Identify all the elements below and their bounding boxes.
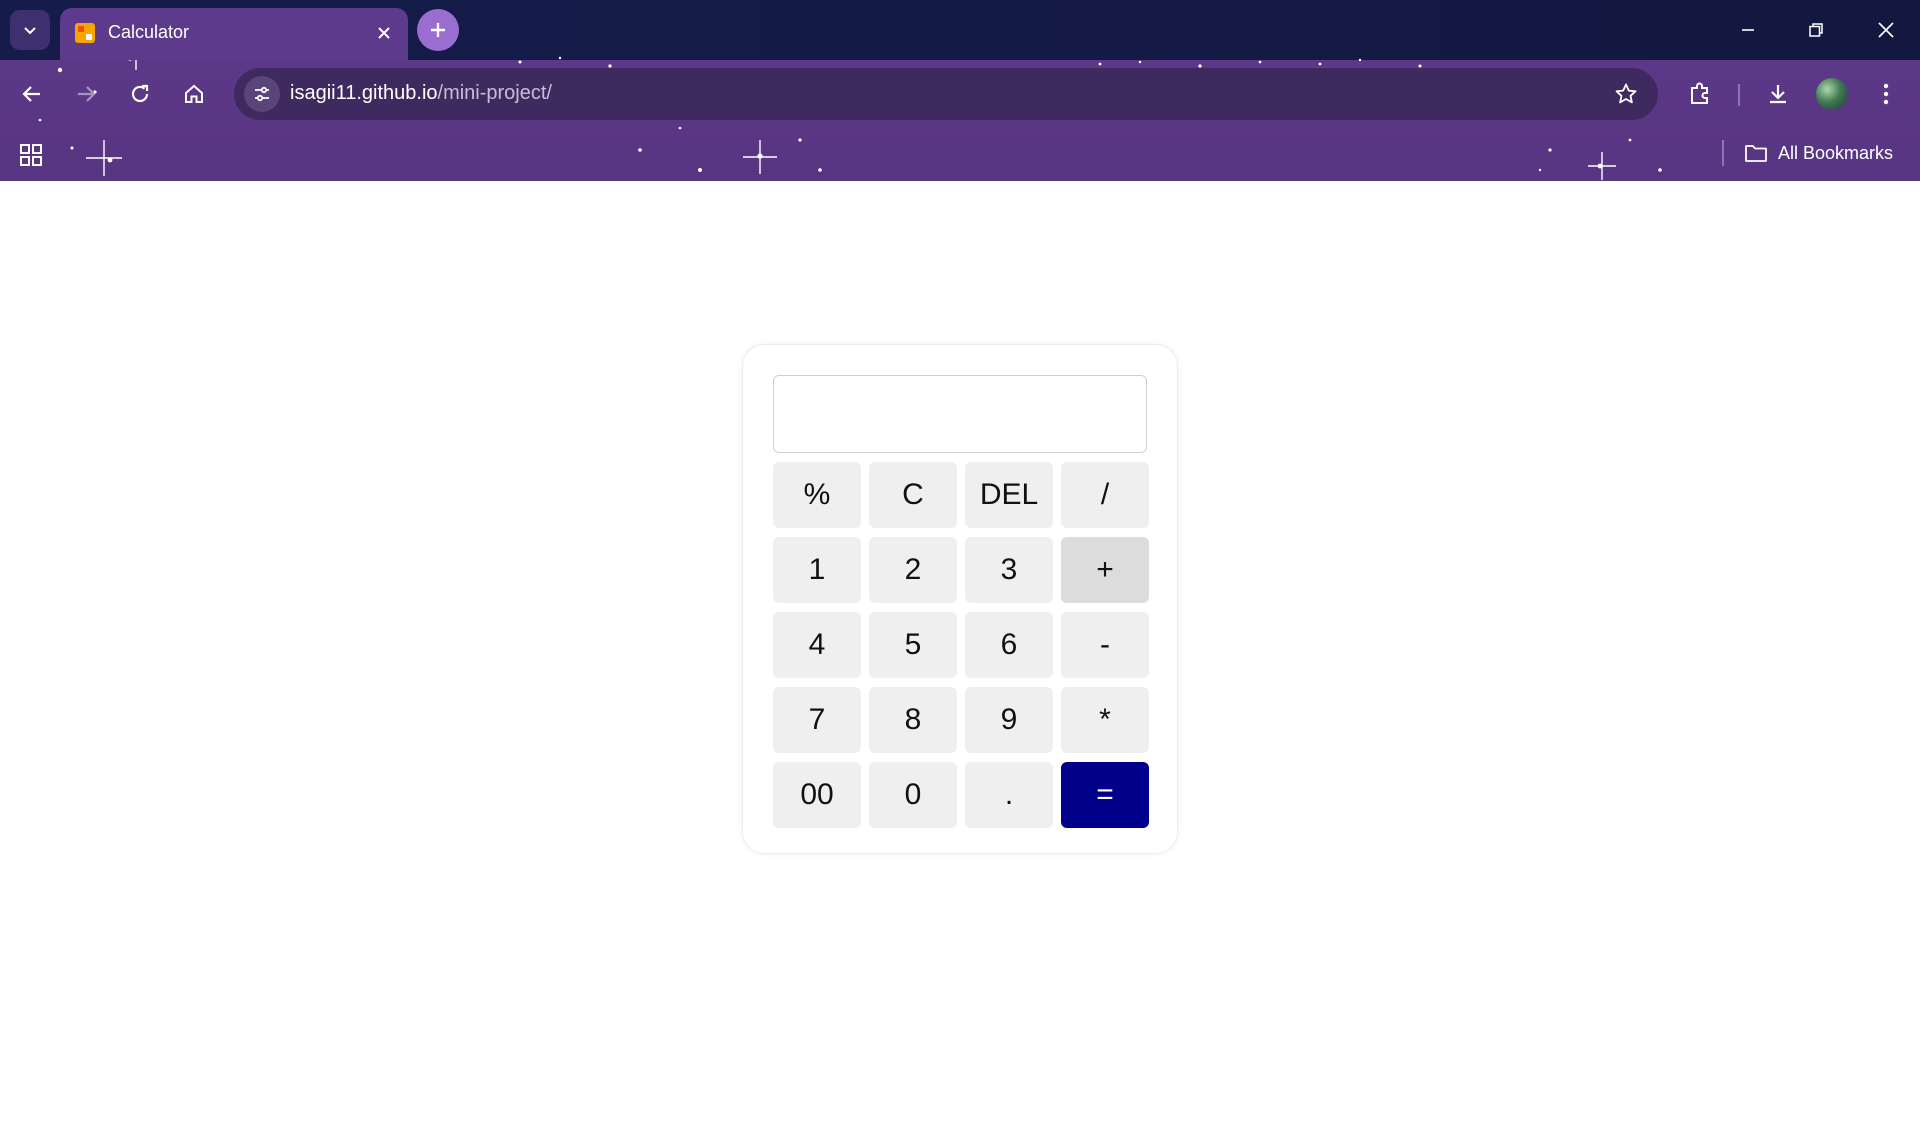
key-equals-button[interactable]: = <box>1061 762 1149 828</box>
tune-icon <box>255 86 269 102</box>
key-0-button[interactable]: 0 <box>869 762 957 828</box>
restore-icon <box>1809 23 1823 37</box>
key-subtract-button[interactable]: - <box>1061 612 1149 678</box>
key-4-button[interactable]: 4 <box>773 612 861 678</box>
key-add-button[interactable]: + <box>1061 537 1149 603</box>
key-6-button[interactable]: 6 <box>965 612 1053 678</box>
reload-button[interactable] <box>120 74 160 114</box>
minimize-button[interactable] <box>1714 0 1782 60</box>
puzzle-icon <box>1691 82 1708 104</box>
back-button[interactable] <box>12 74 52 114</box>
close-tab-button[interactable] <box>370 19 398 47</box>
download-icon <box>1770 85 1786 104</box>
downloads-button[interactable] <box>1758 74 1798 114</box>
minimize-icon <box>1742 29 1754 31</box>
key-clear-button[interactable]: C <box>869 462 957 528</box>
toolbar: isagii11.github.io/mini-project/ <box>0 60 1920 128</box>
calculator-favicon <box>75 23 95 43</box>
key-7-button[interactable]: 7 <box>773 687 861 753</box>
forward-button[interactable] <box>66 74 106 114</box>
browser-menu-button[interactable] <box>1866 74 1906 114</box>
home-icon <box>185 84 203 103</box>
calculator-display[interactable] <box>773 375 1147 453</box>
bookmarks-bar: All Bookmarks <box>0 128 1920 181</box>
tab-search-button[interactable] <box>10 10 50 50</box>
close-icon <box>1878 22 1894 38</box>
bookmark-star-button[interactable] <box>1608 76 1644 112</box>
site-info-button[interactable] <box>244 76 280 112</box>
browser-chrome: Calculator isagii11.github.io/mini-proje… <box>0 0 1920 181</box>
star-icon <box>1615 83 1637 104</box>
kebab-menu-icon <box>1883 83 1889 105</box>
active-tab[interactable]: Calculator <box>60 8 408 60</box>
arrow-right-icon <box>78 86 96 102</box>
extensions-button[interactable] <box>1680 74 1720 114</box>
key-delete-button[interactable]: DEL <box>965 462 1053 528</box>
arrow-left-icon <box>22 86 40 102</box>
key-3-button[interactable]: 3 <box>965 537 1053 603</box>
close-icon <box>378 27 390 39</box>
address-bar[interactable]: isagii11.github.io/mini-project/ <box>234 68 1658 120</box>
url-host: isagii11.github.io <box>290 82 438 104</box>
all-bookmarks-button[interactable]: All Bookmarks <box>1744 138 1893 168</box>
key-2-button[interactable]: 2 <box>869 537 957 603</box>
chevron-down-icon <box>24 27 36 35</box>
reload-icon <box>131 84 149 103</box>
key-divide-button[interactable]: / <box>1061 462 1149 528</box>
new-tab-button[interactable] <box>417 9 459 51</box>
apps-button[interactable] <box>14 138 48 172</box>
key-double-zero-button[interactable]: 00 <box>773 762 861 828</box>
close-window-button[interactable] <box>1852 0 1920 60</box>
key-multiply-button[interactable]: * <box>1061 687 1149 753</box>
bookmarks-divider <box>1722 140 1724 166</box>
plus-icon <box>431 23 445 37</box>
key-decimal-button[interactable]: . <box>965 762 1053 828</box>
key-9-button[interactable]: 9 <box>965 687 1053 753</box>
calculator: % C DEL/ 1 2 3 +4 5 6- 7 8 9 * 00 0. = <box>742 344 1178 854</box>
all-bookmarks-label: All Bookmarks <box>1778 142 1894 163</box>
key-1-button[interactable]: 1 <box>773 537 861 603</box>
url-text: isagii11.github.io/mini-project/ <box>290 82 552 105</box>
url-path: /mini-project/ <box>437 82 552 104</box>
toolbar-divider <box>1738 84 1740 106</box>
restore-button[interactable] <box>1782 0 1850 60</box>
profile-avatar[interactable] <box>1816 78 1848 110</box>
key-5-button[interactable]: 5 <box>869 612 957 678</box>
tab-title: Calculator <box>108 22 190 42</box>
key-8-button[interactable]: 8 <box>869 687 957 753</box>
key-percent-button[interactable]: % <box>773 462 861 528</box>
apps-grid-icon <box>20 144 42 166</box>
home-button[interactable] <box>174 74 214 114</box>
folder-icon <box>1745 145 1767 162</box>
